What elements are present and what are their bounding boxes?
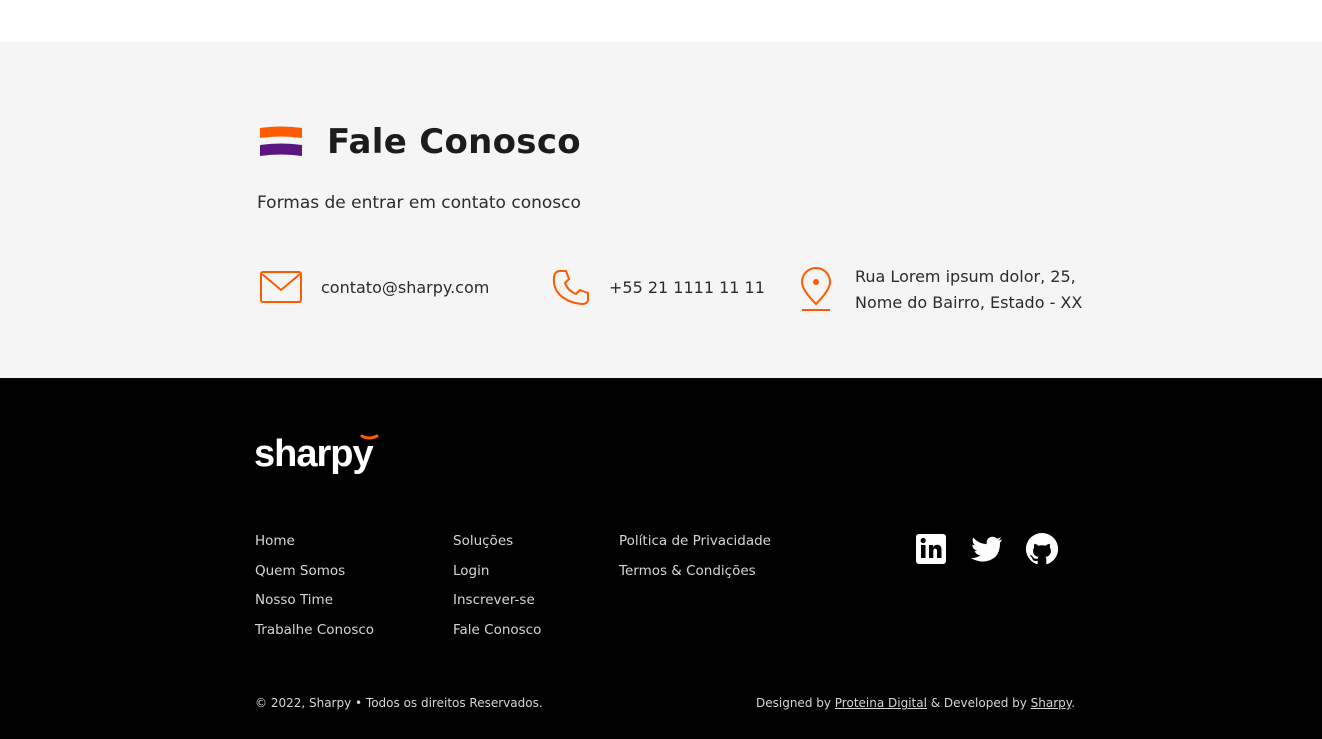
designer-link[interactable]: Proteina Digital <box>835 696 927 710</box>
footer-link-nosso-time[interactable]: Nosso Time <box>255 590 374 620</box>
linkedin-icon[interactable] <box>912 531 948 567</box>
footer-link-solucoes[interactable]: Soluções <box>453 531 541 561</box>
footer-link-home[interactable]: Home <box>255 531 374 561</box>
footer-link-politica-privacidade[interactable]: Política de Privacidade <box>619 531 771 561</box>
page-top-strip <box>0 0 1322 42</box>
credits-designed-prefix: Designed by <box>756 696 835 710</box>
contact-title: Fale Conosco <box>327 122 581 162</box>
contact-email[interactable]: contato@sharpy.com <box>321 275 489 301</box>
credits-suffix: . <box>1071 696 1076 710</box>
twitter-icon[interactable] <box>968 531 1004 567</box>
footer-link-inscrever-se[interactable]: Inscrever-se <box>453 590 541 620</box>
sharpy-logo[interactable]: sharpy <box>254 432 386 478</box>
footer-nav-column-2: Soluções Login Inscrever-se Fale Conosco <box>453 531 541 649</box>
map-pin-icon <box>800 267 832 311</box>
footer-link-termos-condicoes[interactable]: Termos & Condições <box>619 561 771 591</box>
contact-address: Rua Lorem ipsum dolor, 25, Nome do Bairr… <box>855 264 1115 316</box>
developer-link[interactable]: Sharpy <box>1031 696 1072 710</box>
github-icon[interactable] <box>1024 531 1060 567</box>
footer-nav-column-3: Política de Privacidade Termos & Condiçõ… <box>619 531 771 590</box>
address-line-2: Nome do Bairro, Estado - XX <box>855 293 1083 312</box>
footer-link-fale-conosco[interactable]: Fale Conosco <box>453 620 541 650</box>
brand-stripes-icon <box>260 126 302 156</box>
phone-icon <box>552 270 589 305</box>
footer-nav-column-1: Home Quem Somos Nosso Time Trabalhe Cono… <box>255 531 374 649</box>
contact-phone[interactable]: +55 21 1111 11 11 <box>609 275 765 301</box>
contact-section <box>0 42 1322 378</box>
address-line-1: Rua Lorem ipsum dolor, 25, <box>855 267 1076 286</box>
contact-subtitle: Formas de entrar em contato conosco <box>257 193 581 213</box>
footer-link-login[interactable]: Login <box>453 561 541 591</box>
credits-developed-prefix: & Developed by <box>926 696 1031 710</box>
copyright-text: © 2022, Sharpy • Todos os direitos Reser… <box>255 696 543 710</box>
logo-text: sharpy <box>254 433 373 475</box>
mail-icon <box>260 271 302 303</box>
footer-link-quem-somos[interactable]: Quem Somos <box>255 561 374 591</box>
credits-text: Designed by Proteina Digital & Developed… <box>756 696 1075 710</box>
footer-link-trabalhe-conosco[interactable]: Trabalhe Conosco <box>255 620 374 650</box>
